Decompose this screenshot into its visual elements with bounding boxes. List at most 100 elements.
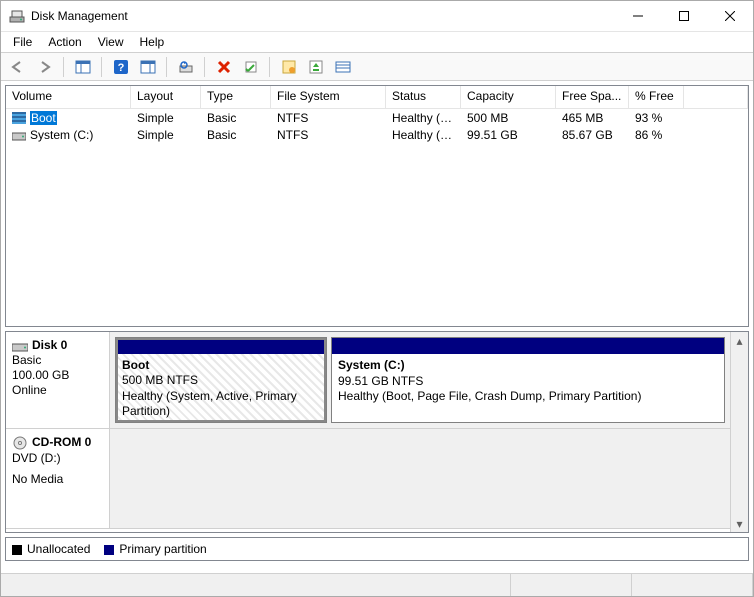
disk-management-window: Disk Management File Action View Help ? — [0, 0, 754, 597]
delete-button[interactable] — [211, 55, 236, 79]
column-free[interactable]: Free Spa... — [556, 86, 629, 108]
partition-line2: 500 MB NTFS — [122, 373, 320, 389]
disk-info[interactable]: Disk 0 Basic 100.00 GB Online — [6, 332, 110, 428]
window-title: Disk Management — [31, 9, 128, 23]
scroll-up-icon[interactable]: ▴ — [731, 332, 748, 349]
statusbar-cell — [1, 574, 511, 596]
disk-graph-empty — [110, 429, 730, 528]
toolbar-separator — [166, 57, 167, 77]
volume-type: Basic — [201, 128, 271, 142]
minimize-button[interactable] — [615, 1, 661, 31]
optical-icon — [12, 435, 28, 451]
disk-label: Disk 0 — [32, 338, 67, 352]
volume-drive-icon — [12, 129, 26, 141]
partition-color-bar — [332, 338, 724, 354]
volume-type: Basic — [201, 111, 271, 125]
partition-name: Boot — [122, 358, 320, 374]
partition-system[interactable]: System (C:) 99.51 GB NTFS Healthy (Boot,… — [331, 337, 725, 423]
volume-pct: 93 % — [629, 111, 684, 125]
disk-state: Online — [12, 383, 103, 398]
menu-view[interactable]: View — [90, 33, 132, 51]
forward-button[interactable] — [32, 55, 57, 79]
column-status[interactable]: Status — [386, 86, 461, 108]
disk-state: No Media — [12, 472, 103, 487]
list-button[interactable] — [330, 55, 355, 79]
app-icon — [9, 8, 25, 24]
volume-free: 85.67 GB — [556, 128, 629, 142]
partition-status: Healthy (System, Active, Primary Partiti… — [122, 389, 320, 420]
partition-status: Healthy (Boot, Page File, Crash Dump, Pr… — [338, 389, 718, 405]
partition-name: System (C:) — [338, 358, 718, 374]
volume-row[interactable]: System (C:) Simple Basic NTFS Healthy (B… — [6, 126, 748, 143]
volume-capacity: 99.51 GB — [461, 128, 556, 142]
volume-layout: Simple — [131, 111, 201, 125]
disk-graph: Boot 500 MB NTFS Healthy (System, Active… — [110, 332, 730, 428]
titlebar: Disk Management — [1, 1, 753, 32]
partition-color-bar — [116, 338, 326, 354]
column-type[interactable]: Type — [201, 86, 271, 108]
disk-row: Disk 0 Basic 100.00 GB Online Boot 500 M… — [6, 332, 730, 429]
volume-name-cell: Boot — [6, 111, 131, 125]
hdd-icon — [12, 339, 28, 353]
statusbar-cell — [632, 574, 753, 596]
column-spare[interactable] — [684, 86, 748, 108]
disk-row: CD-ROM 0 DVD (D:) No Media — [6, 429, 730, 529]
svg-text:?: ? — [117, 62, 124, 74]
column-capacity[interactable]: Capacity — [461, 86, 556, 108]
legend-unallocated: Unallocated — [12, 542, 90, 556]
volume-row[interactable]: Boot Simple Basic NTFS Healthy (S... 500… — [6, 109, 748, 126]
refresh-button[interactable] — [173, 55, 198, 79]
settings-button[interactable] — [276, 55, 301, 79]
toolbar: ? — [1, 52, 753, 81]
eject-button[interactable] — [303, 55, 328, 79]
volume-name: Boot — [30, 111, 57, 125]
disk-size: 100.00 GB — [12, 368, 103, 383]
disk-kind: Basic — [12, 353, 103, 368]
menu-file[interactable]: File — [5, 33, 40, 51]
disk-graphical-pane: Disk 0 Basic 100.00 GB Online Boot 500 M… — [5, 331, 749, 533]
column-headers: Volume Layout Type File System Status Ca… — [6, 86, 748, 109]
vertical-scrollbar[interactable]: ▴ ▾ — [730, 332, 748, 532]
volume-capacity: 500 MB — [461, 111, 556, 125]
disk-label: CD-ROM 0 — [32, 435, 91, 449]
volume-pct: 86 % — [629, 128, 684, 142]
column-layout[interactable]: Layout — [131, 86, 201, 108]
column-pct[interactable]: % Free — [629, 86, 684, 108]
maximize-button[interactable] — [661, 1, 707, 31]
volume-free: 465 MB — [556, 111, 629, 125]
help-button[interactable]: ? — [108, 55, 133, 79]
volume-status: Healthy (S... — [386, 111, 461, 125]
volume-fs: NTFS — [271, 128, 386, 142]
legend: Unallocated Primary partition — [5, 537, 749, 561]
back-button[interactable] — [5, 55, 30, 79]
partition-line2: 99.51 GB NTFS — [338, 374, 718, 390]
toolbar-separator — [101, 57, 102, 77]
toolbar-separator — [63, 57, 64, 77]
properties-button[interactable] — [238, 55, 263, 79]
volume-fs: NTFS — [271, 111, 386, 125]
legend-swatch-unallocated — [12, 545, 22, 555]
menu-help[interactable]: Help — [132, 33, 173, 51]
legend-swatch-primary — [104, 545, 114, 555]
volume-name-cell: System (C:) — [6, 128, 131, 142]
statusbar — [1, 573, 753, 596]
toolbar-separator — [269, 57, 270, 77]
column-filesystem[interactable]: File System — [271, 86, 386, 108]
show-hide-action-pane-button[interactable] — [135, 55, 160, 79]
volume-rows: Boot Simple Basic NTFS Healthy (S... 500… — [6, 109, 748, 326]
partition-boot[interactable]: Boot 500 MB NTFS Healthy (System, Active… — [115, 337, 327, 423]
volume-status: Healthy (B... — [386, 128, 461, 142]
disk-kind: DVD (D:) — [12, 451, 103, 466]
statusbar-cell — [511, 574, 632, 596]
menubar: File Action View Help — [1, 32, 753, 52]
volume-list-pane: Volume Layout Type File System Status Ca… — [5, 85, 749, 327]
column-volume[interactable]: Volume — [6, 86, 131, 108]
toolbar-separator — [204, 57, 205, 77]
disk-info[interactable]: CD-ROM 0 DVD (D:) No Media — [6, 429, 110, 528]
legend-primary: Primary partition — [104, 542, 206, 556]
scroll-down-icon[interactable]: ▾ — [731, 515, 748, 532]
menu-action[interactable]: Action — [40, 33, 89, 51]
show-hide-console-tree-button[interactable] — [70, 55, 95, 79]
close-button[interactable] — [707, 1, 753, 31]
volume-name: System (C:) — [30, 128, 93, 142]
